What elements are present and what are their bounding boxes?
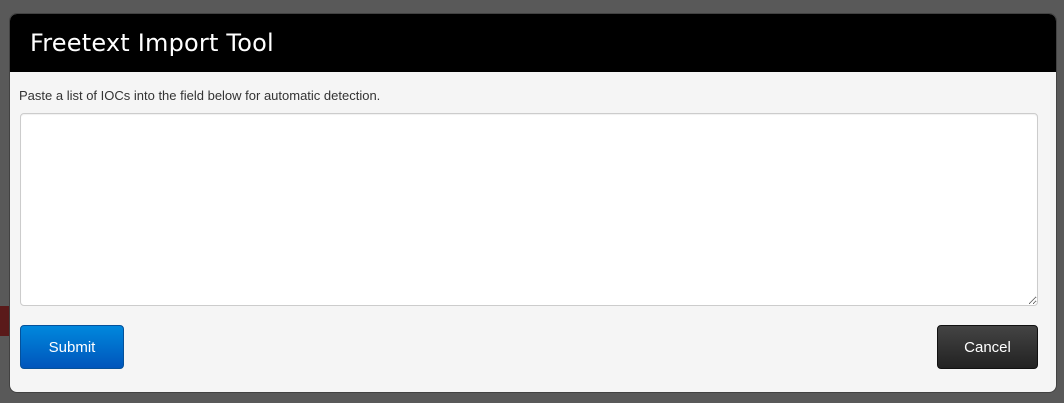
modal-title: Freetext Import Tool [30,29,274,57]
instructions-text: Paste a list of IOCs into the field belo… [19,88,381,103]
modal-header: Freetext Import Tool [10,14,1056,72]
cancel-button[interactable]: Cancel [937,325,1038,369]
ioc-textarea[interactable] [20,113,1038,306]
submit-button[interactable]: Submit [20,325,124,369]
backdrop-accent [0,306,9,336]
